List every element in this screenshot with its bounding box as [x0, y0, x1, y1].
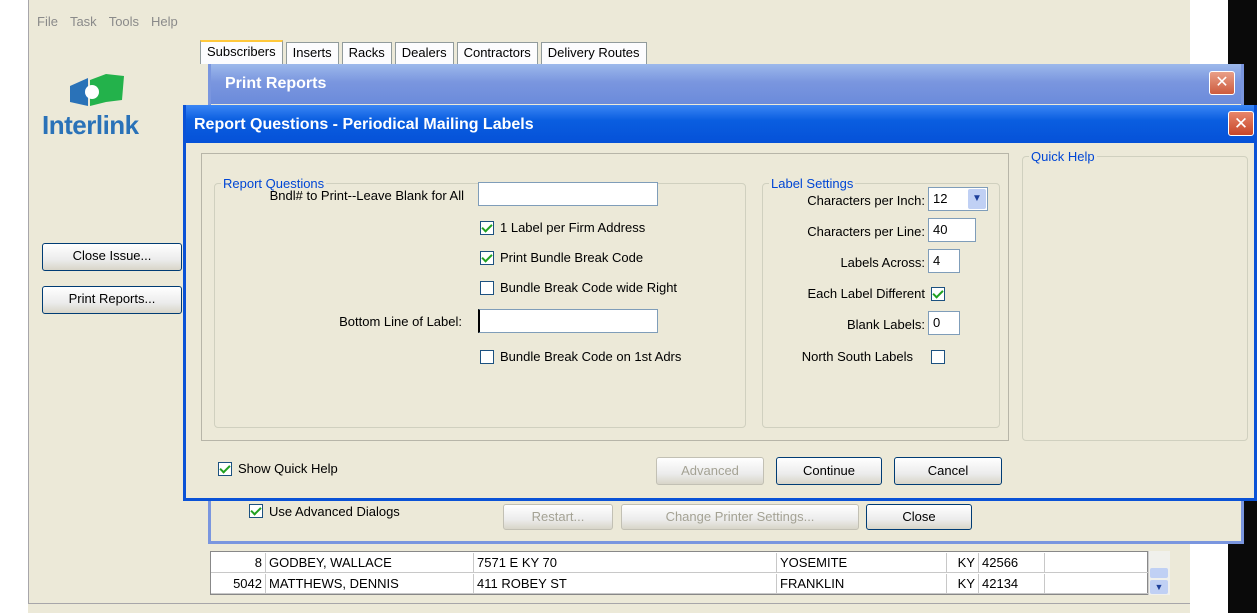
chevron-down-icon[interactable]: ▼	[968, 189, 986, 209]
row-zip: 42134	[979, 574, 1045, 594]
label-settings-legend: Label Settings	[771, 176, 854, 191]
continue-button[interactable]: Continue	[776, 457, 882, 485]
row-zip: 42566	[979, 553, 1045, 573]
row-address: 411 ROBEY ST	[474, 574, 777, 594]
blank-labels-input[interactable]: 0	[928, 311, 960, 335]
row-name: GODBEY, WALLACE	[266, 553, 474, 573]
status-bar	[28, 603, 1190, 613]
close-issue-button[interactable]: Close Issue...	[42, 243, 182, 271]
print-reports-close-icon[interactable]: ✕	[1209, 71, 1235, 95]
menu-tools[interactable]: Tools	[109, 14, 139, 29]
bundle-first-adrs-label: Bundle Break Code on 1st Adrs	[500, 349, 682, 364]
report-questions-group: Report Questions	[214, 176, 746, 428]
across-label: Labels Across:	[840, 255, 925, 270]
row-name: MATTHEWS, DENNIS	[266, 574, 474, 594]
bundle-first-adrs-checkbox[interactable]	[480, 350, 494, 364]
different-label: Each Label Different	[807, 286, 925, 301]
different-checkbox[interactable]	[931, 287, 945, 301]
cpl-label: Characters per Line:	[807, 224, 925, 239]
bundle-number-input[interactable]	[478, 182, 658, 206]
interlink-logo-icon	[70, 74, 124, 106]
table-row[interactable]: 8 GODBEY, WALLACE 7571 E KY 70 YOSEMITE …	[211, 553, 1149, 573]
bottom-line-input[interactable]	[478, 309, 658, 333]
cancel-button[interactable]: Cancel	[894, 457, 1002, 485]
print-bundle-break-label: Print Bundle Break Code	[500, 250, 644, 265]
tab-delivery-routes[interactable]: Delivery Routes	[540, 42, 647, 64]
label-settings-group: Label Settings	[762, 176, 1000, 428]
main-panel: Report Questions Bndl# to Print--Leave B…	[201, 153, 1009, 441]
bundle-number-label: Bndl# to Print--Leave Blank for All	[269, 188, 464, 203]
quick-help-legend: Quick Help	[1031, 149, 1095, 164]
tab-inserts[interactable]: Inserts	[285, 42, 339, 64]
quick-help-group: Quick Help	[1022, 149, 1248, 441]
menu-task[interactable]: Task	[70, 14, 97, 29]
cpi-label: Characters per Inch:	[807, 193, 925, 208]
across-input[interactable]: 4	[928, 249, 960, 273]
menu-file[interactable]: File	[37, 14, 58, 29]
row-state: KY	[947, 553, 979, 573]
table-row[interactable]: 5042 MATTHEWS, DENNIS 411 ROBEY ST FRANK…	[211, 574, 1149, 594]
bundle-wide-right-checkbox[interactable]	[480, 281, 494, 295]
print-reports-title: Print Reports	[211, 64, 1241, 104]
tab-racks[interactable]: Racks	[341, 42, 392, 64]
menu-bar: File Task Tools Help	[29, 14, 1190, 36]
show-quick-help-label: Show Quick Help	[238, 461, 338, 476]
use-advanced-checkbox[interactable]	[249, 504, 263, 518]
tab-strip: Subscribers Inserts Racks Dealers Contra…	[200, 40, 650, 64]
logo-text: Interlink	[42, 110, 139, 140]
blank-labels-label: Blank Labels:	[846, 317, 925, 332]
restart-button[interactable]: Restart...	[503, 504, 613, 530]
row-id: 8	[211, 553, 266, 573]
close-button[interactable]: Close	[866, 504, 972, 530]
row-id: 5042	[211, 574, 266, 594]
print-bundle-break-checkbox[interactable]	[480, 251, 494, 265]
tab-contractors[interactable]: Contractors	[456, 42, 538, 64]
use-advanced-label: Use Advanced Dialogs	[269, 504, 400, 519]
scroll-down-icon[interactable]: ▼	[1150, 580, 1168, 594]
change-printer-settings-button[interactable]: Change Printer Settings...	[621, 504, 859, 530]
report-questions-dialog: Report Questions - Periodical Mailing La…	[183, 105, 1257, 501]
show-quick-help-checkbox[interactable]	[218, 462, 232, 476]
cpl-input[interactable]: 40	[928, 218, 976, 242]
dialog-title: Report Questions - Periodical Mailing La…	[186, 105, 1254, 143]
row-state: KY	[947, 574, 979, 594]
tab-dealers[interactable]: Dealers	[394, 42, 454, 64]
bundle-wide-right-label: Bundle Break Code wide Right	[500, 280, 678, 295]
north-south-checkbox[interactable]	[931, 350, 945, 364]
label-per-firm-label: 1 Label per Firm Address	[500, 220, 646, 235]
advanced-button[interactable]: Advanced	[656, 457, 764, 485]
menu-help[interactable]: Help	[151, 14, 178, 29]
scroll-thumb[interactable]	[1150, 568, 1168, 578]
row-city: YOSEMITE	[777, 553, 947, 573]
bottom-line-label: Bottom Line of Label:	[339, 314, 462, 329]
print-reports-button[interactable]: Print Reports...	[42, 286, 182, 314]
dialog-close-icon[interactable]: ✕	[1228, 111, 1254, 136]
north-south-label: North South Labels	[801, 349, 913, 364]
row-address: 7571 E KY 70	[474, 553, 777, 573]
tab-subscribers[interactable]: Subscribers	[200, 40, 283, 64]
row-city: FRANKLIN	[777, 574, 947, 594]
subscriber-table: 8 GODBEY, WALLACE 7571 E KY 70 YOSEMITE …	[210, 551, 1149, 595]
label-per-firm-checkbox[interactable]	[480, 221, 494, 235]
